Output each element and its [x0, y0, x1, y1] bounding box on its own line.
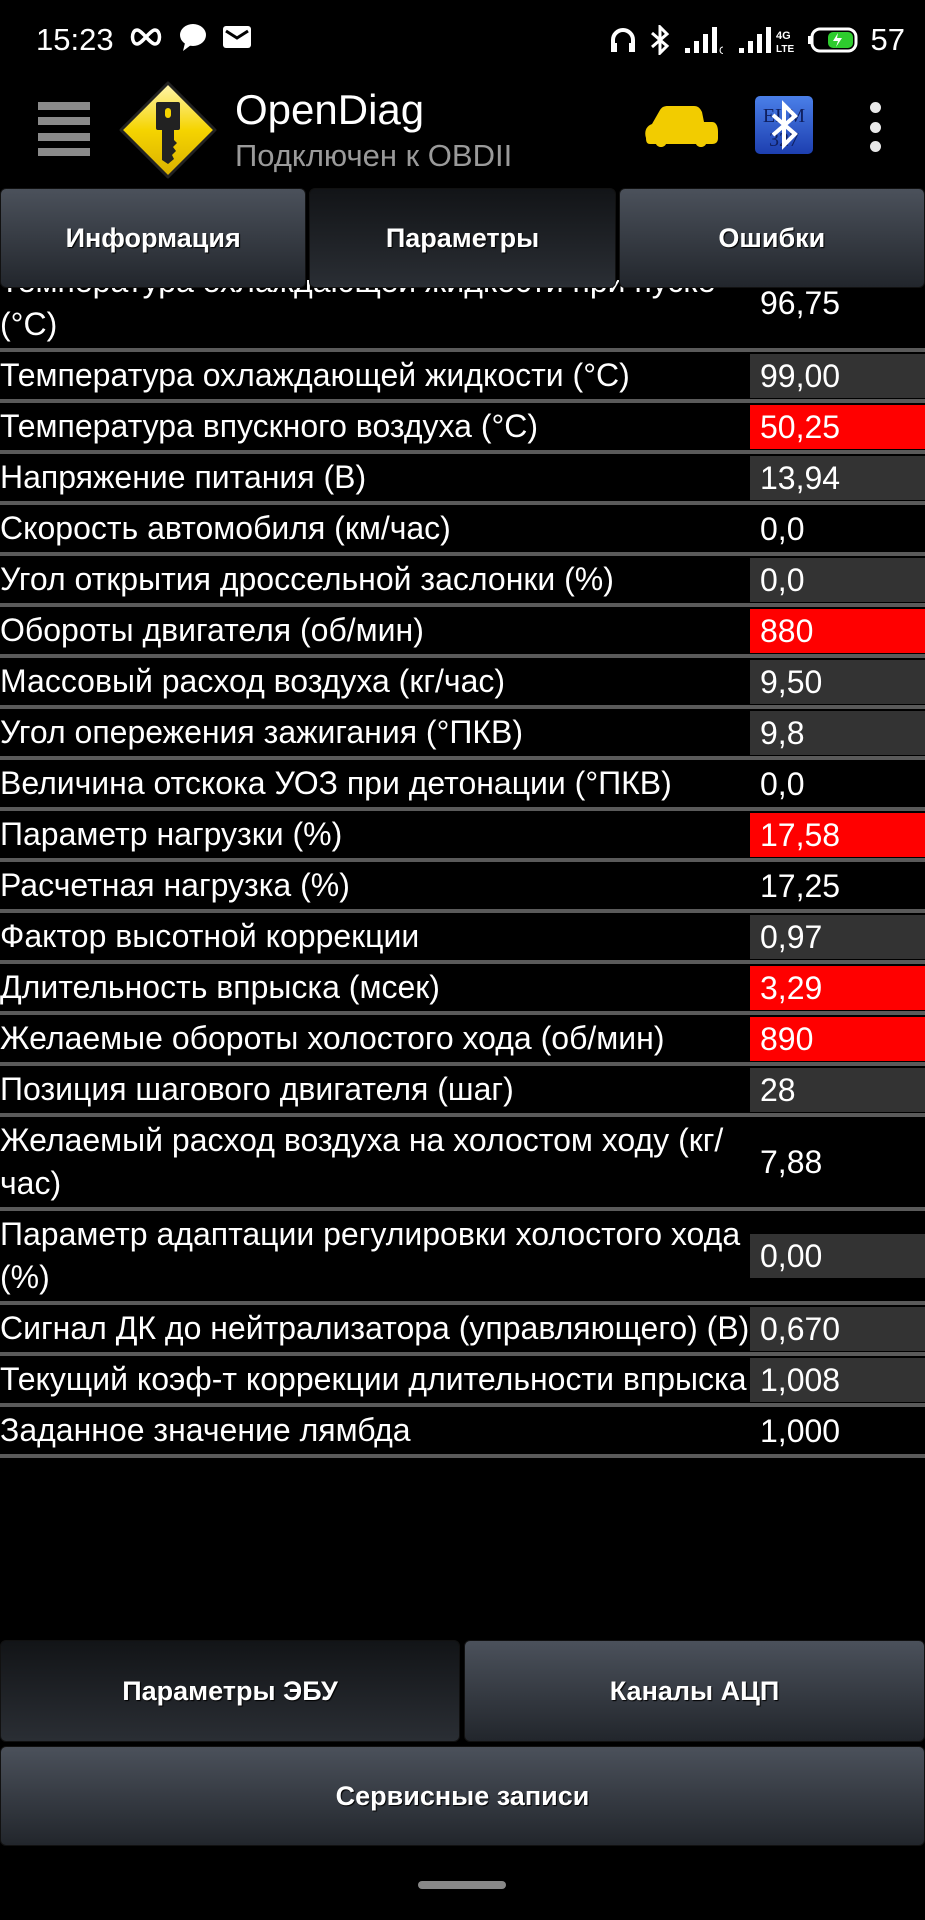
battery-level: 57 — [870, 22, 905, 57]
parameter-row[interactable]: Длительность впрыска (мсек) 3,29 — [0, 964, 925, 1015]
connection-status: Подключен к OBDII — [235, 138, 513, 173]
status-bar: 15:23 G 4G LTE 57 — [0, 0, 925, 80]
svg-text:4G: 4G — [776, 30, 791, 42]
parameter-row[interactable]: Фактор высотной коррекции 0,97 — [0, 913, 925, 964]
parameter-value: 50,25 — [750, 404, 925, 449]
parameter-value: 17,58 — [750, 812, 925, 857]
parameter-row[interactable]: Угол опережения зажигания (°ПКВ) 9,8 — [0, 709, 925, 760]
tab-bar: Информация Параметры Ошибки — [0, 188, 925, 288]
parameter-label: Угол опережения зажигания (°ПКВ) — [0, 714, 524, 750]
parameter-value: 13,94 — [750, 455, 925, 500]
parameter-label: Сигнал ДК до нейтрализатора (управляющег… — [0, 1310, 750, 1346]
parameter-row[interactable]: Параметр адаптации регулировки холостого… — [0, 1211, 925, 1305]
more-options-icon[interactable] — [868, 102, 882, 152]
parameter-row[interactable]: Массовый расход воздуха (кг/час) 9,50 — [0, 658, 925, 709]
parameter-label: Позиция шагового двигателя (шаг) — [0, 1071, 514, 1107]
status-time: 15:23 — [36, 22, 114, 57]
parameter-row[interactable]: Текущий коэф-т коррекции длительности вп… — [0, 1356, 925, 1407]
svg-text:G: G — [719, 45, 723, 54]
signal-strength-icon: G — [684, 27, 723, 54]
parameter-label: Температура охлаждающей жидкости (°C) — [0, 357, 630, 393]
parameter-row[interactable]: Заданное значение лямбда 1,000 — [0, 1407, 925, 1458]
mail-icon — [223, 26, 251, 48]
app-title: OpenDiag — [235, 86, 425, 133]
parameter-label: Расчетная нагрузка (%) — [0, 867, 350, 903]
parameter-label: Величина отскока УОЗ при детонации (°ПКВ… — [0, 765, 672, 801]
parameter-label: Параметр адаптации регулировки холостого… — [0, 1216, 741, 1295]
parameter-row[interactable]: Желаемый расход воздуха на холостом ходу… — [0, 1117, 925, 1211]
parameter-value: 880 — [750, 608, 925, 653]
svg-text:LTE: LTE — [776, 44, 794, 55]
parameter-value: 99,00 — [750, 353, 925, 398]
parameter-label: Массовый расход воздуха (кг/час) — [0, 663, 506, 699]
parameter-value: 0,670 — [750, 1306, 925, 1351]
parameter-value: 0,0 — [760, 510, 805, 547]
parameter-label: Температура охлаждающей жидкости при пус… — [0, 280, 716, 342]
service-records-button[interactable]: Сервисные записи — [0, 1746, 925, 1846]
parameter-value: 3,29 — [750, 965, 925, 1010]
app-bar: OpenDiag Подключен к OBDII ELM 327 — [0, 80, 925, 185]
message-bubble-icon — [180, 24, 206, 51]
parameter-value: 9,50 — [750, 659, 925, 704]
parameter-value: 28 — [750, 1067, 925, 1112]
parameter-value: 1,000 — [760, 1412, 841, 1449]
adc-channels-button[interactable]: Каналы АЦП — [464, 1640, 925, 1742]
gesture-navigation-handle[interactable] — [418, 1881, 506, 1889]
tab-errors[interactable]: Ошибки — [618, 188, 925, 288]
parameter-value: 0,0 — [760, 765, 805, 802]
infinity-icon — [130, 28, 162, 46]
parameter-row[interactable]: Угол открытия дроссельной заслонки (%) 0,… — [0, 556, 925, 607]
parameter-row[interactable]: Расчетная нагрузка (%) 17,25 — [0, 862, 925, 913]
parameter-row[interactable]: Температура охлаждающей жидкости (°C) 99,… — [0, 352, 925, 403]
parameter-row[interactable]: Желаемые обороты холостого хода (об/мин)… — [0, 1015, 925, 1066]
parameter-row[interactable]: Сигнал ДК до нейтрализатора (управляющег… — [0, 1305, 925, 1356]
parameter-value: 1,008 — [750, 1357, 925, 1402]
parameter-label: Скорость автомобиля (км/час) — [0, 510, 451, 546]
parameter-value: 0,00 — [750, 1234, 925, 1278]
battery-charging-icon — [807, 27, 858, 53]
parameter-row[interactable]: Температура впускного воздуха (°C) 50,25 — [0, 403, 925, 454]
parameter-label: Желаемый расход воздуха на холостом ходу… — [0, 1122, 724, 1201]
parameter-value: 7,88 — [760, 1144, 823, 1180]
parameter-value: 9,8 — [750, 710, 925, 755]
parameter-label: Желаемые обороты холостого хода (об/мин) — [0, 1020, 665, 1056]
parameter-label: Угол открытия дроссельной заслонки (%) — [0, 561, 614, 597]
opendiag-logo — [119, 81, 217, 179]
parameter-row[interactable]: Параметр нагрузки (%) 17,58 — [0, 811, 925, 862]
parameters-table[interactable]: Температура охлаждающей жидкости при пус… — [0, 280, 925, 1640]
elm327-bluetooth-icon[interactable]: ELM 327 — [755, 96, 813, 154]
car-icon[interactable] — [642, 102, 720, 150]
parameter-label: Заданное значение лямбда — [0, 1412, 411, 1448]
parameter-row[interactable]: Температура охлаждающей жидкости при пус… — [0, 280, 925, 352]
headphones-icon — [610, 28, 635, 52]
parameter-row[interactable]: Напряжение питания (В) 13,94 — [0, 454, 925, 505]
parameter-value: 17,25 — [760, 867, 841, 904]
parameter-label: Температура впускного воздуха (°C) — [0, 408, 539, 444]
signal-strength-4g-icon: 4G LTE — [738, 27, 794, 55]
tab-information[interactable]: Информация — [0, 188, 307, 288]
parameter-label: Параметр нагрузки (%) — [0, 816, 343, 852]
parameter-value: 0,97 — [750, 914, 925, 959]
bluetooth-icon — [650, 25, 669, 55]
parameter-row[interactable]: Позиция шагового двигателя (шаг) 28 — [0, 1066, 925, 1117]
menu-icon[interactable] — [38, 102, 90, 156]
parameters-list: Температура охлаждающей жидкости при пус… — [0, 280, 925, 1458]
tab-parameters[interactable]: Параметры — [309, 188, 616, 288]
parameter-row[interactable]: Скорость автомобиля (км/час) 0,0 — [0, 505, 925, 556]
parameter-row[interactable]: Обороты двигателя (об/мин) 880 — [0, 607, 925, 658]
ecu-params-button[interactable]: Параметры ЭБУ — [0, 1640, 460, 1742]
parameter-label: Текущий коэф-т коррекции длительности вп… — [0, 1361, 747, 1397]
parameter-label: Длительность впрыска (мсек) — [0, 969, 440, 1005]
parameter-label: Обороты двигателя (об/мин) — [0, 612, 424, 648]
parameter-label: Напряжение питания (В) — [0, 459, 367, 495]
parameter-row[interactable]: Величина отскока УОЗ при детонации (°ПКВ… — [0, 760, 925, 811]
parameter-label: Фактор высотной коррекции — [0, 918, 420, 954]
parameter-value: 0,0 — [750, 557, 925, 602]
parameter-value: 890 — [750, 1016, 925, 1061]
